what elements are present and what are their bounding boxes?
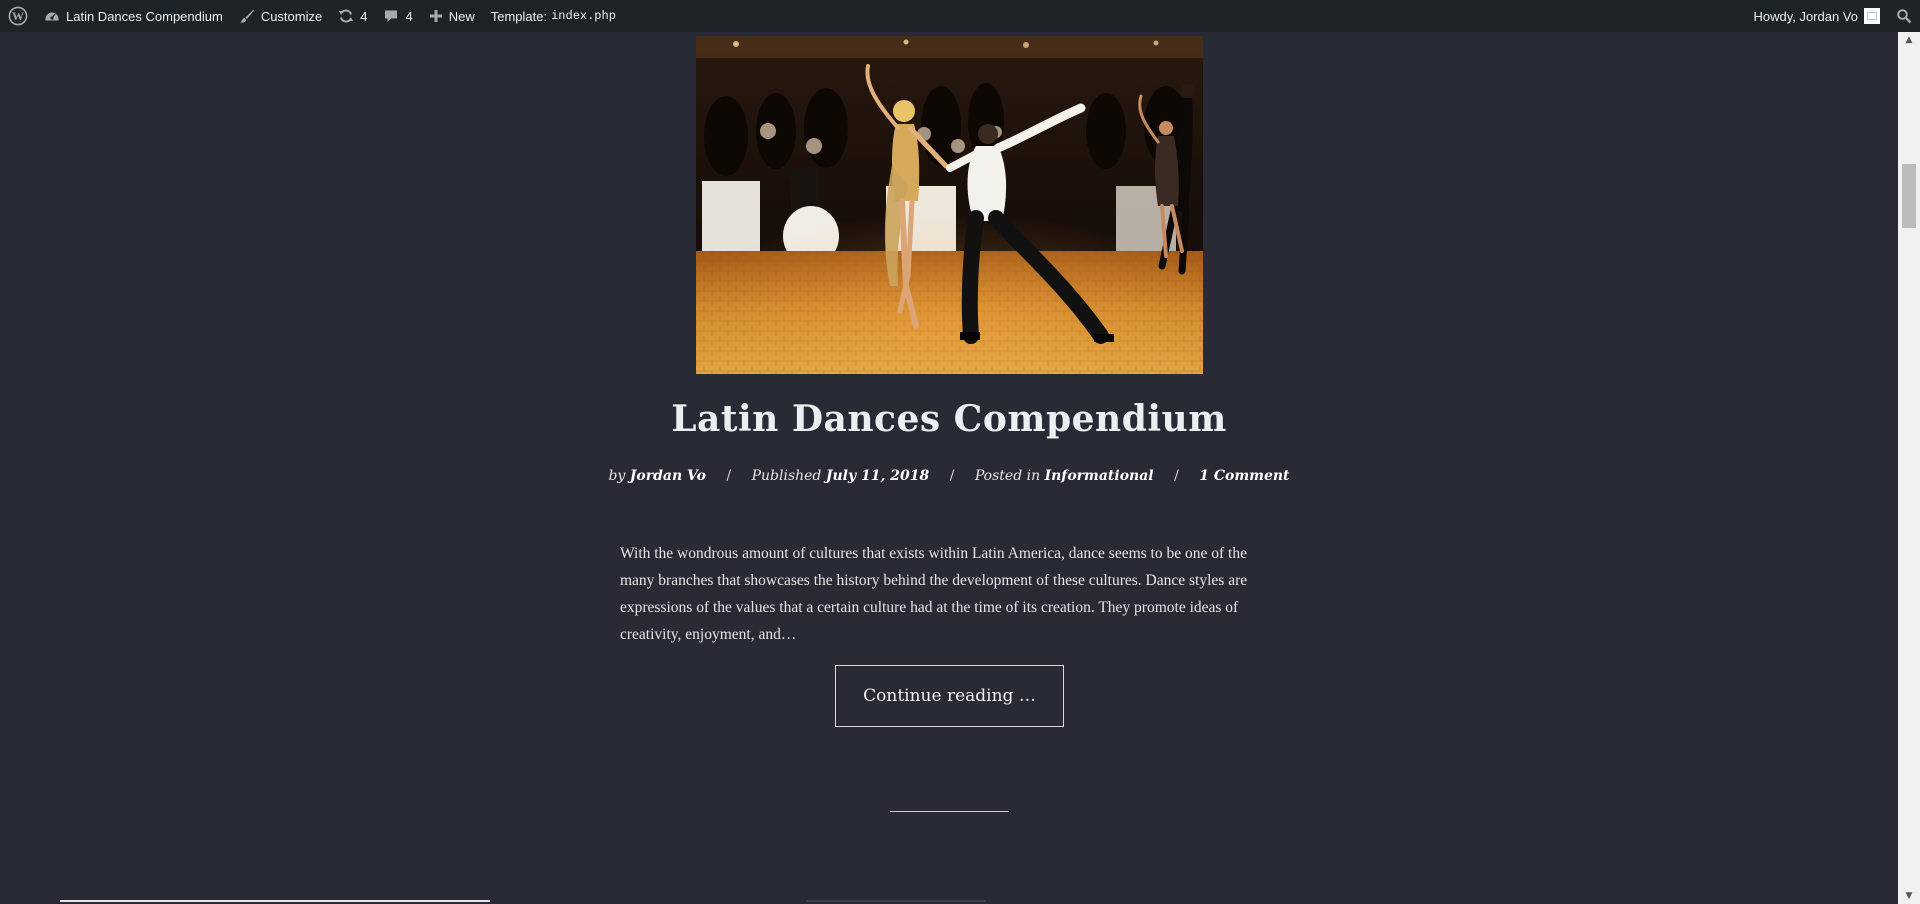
new-content-menu[interactable]: New [421,0,483,32]
admin-bar-right: Howdy, Jordan Vo [1745,0,1920,32]
search-button[interactable] [1888,0,1920,32]
comments-link-meta[interactable]: 1 Comment [1199,468,1289,484]
meta-separator: / [1174,468,1179,484]
template-info[interactable]: Template: index.php [483,0,624,32]
scroll-down-arrow-icon[interactable]: ▼ [1898,888,1920,904]
scroll-up-arrow-icon[interactable]: ▲ [1898,32,1920,48]
published-prefix: Published [751,468,822,484]
comments-count: 4 [405,8,413,24]
featured-image[interactable] [696,36,1203,374]
continue-reading-button[interactable]: Continue reading … [835,665,1064,727]
updates-icon [338,8,354,24]
bottom-shadow-line [806,900,986,902]
byline-prefix: by [608,468,626,484]
site-name-label: Latin Dances Compendium [66,8,223,24]
updates-count: 4 [360,8,368,24]
avatar [1864,8,1880,24]
comments-link[interactable]: 4 [375,0,420,32]
search-icon [1896,8,1912,24]
svg-text:W: W [12,9,24,23]
post-meta: by Jordan Vo / Published July 11, 2018 /… [500,468,1398,484]
my-account-menu[interactable]: Howdy, Jordan Vo [1745,0,1888,32]
admin-bar: W Latin Dances Compendium Customize 4 4 … [0,0,1920,32]
paintbrush-icon [239,8,255,24]
wordpress-logo-icon: W [8,6,28,26]
main-content: Latin Dances Compendium by Jordan Vo / P… [0,32,1898,904]
scrollbar-thumb[interactable] [1902,164,1916,228]
plus-icon [429,9,443,23]
site-name-menu[interactable]: Latin Dances Compendium [36,0,231,32]
customize-label: Customize [260,8,323,24]
admin-bar-left: W Latin Dances Compendium Customize 4 4 … [0,0,624,32]
greeting-label: Howdy, Jordan Vo [1753,8,1858,24]
author-link[interactable]: Jordan Vo [630,468,706,484]
dashboard-icon [44,8,60,24]
post-date-link[interactable]: July 11, 2018 [826,468,929,484]
category-link[interactable]: Informational [1045,468,1154,484]
meta-separator: / [949,468,955,484]
category-prefix: Posted in [974,468,1041,484]
comment-bubble-icon [383,8,399,24]
new-label: New [448,8,475,24]
wordpress-menu[interactable]: W [0,0,36,32]
template-label: Template: [490,8,548,24]
post-divider [890,811,1009,812]
post-excerpt: With the wondrous amount of cultures tha… [620,545,1248,643]
vertical-scrollbar[interactable]: ▲ ▼ [1898,32,1920,904]
customize-link[interactable]: Customize [231,0,330,32]
template-file: index.php [551,9,616,23]
post-title[interactable]: Latin Dances Compendium [500,398,1398,440]
updates-link[interactable]: 4 [330,0,375,32]
bottom-highlight-line [60,900,490,902]
meta-separator: / [726,468,732,484]
